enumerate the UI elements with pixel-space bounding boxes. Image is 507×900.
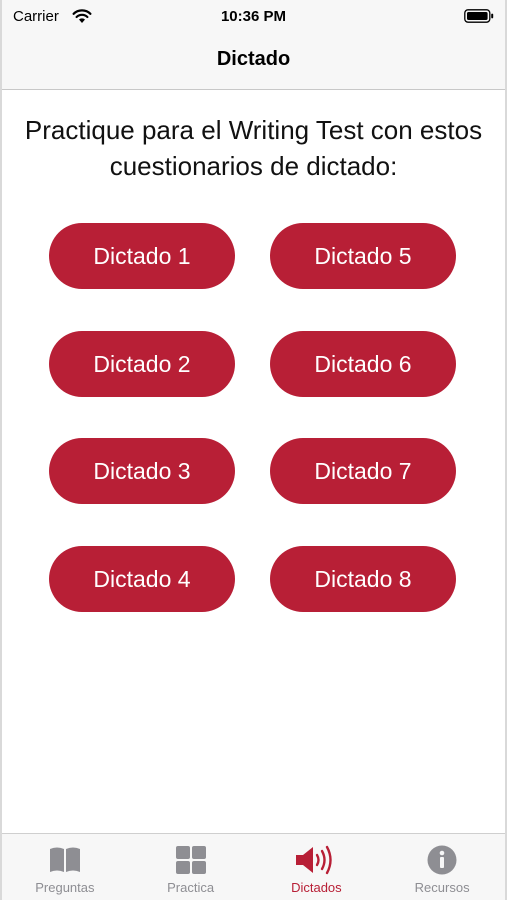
- tab-label: Dictados: [291, 880, 342, 895]
- dictado-4-button[interactable]: Dictado 4: [49, 546, 235, 612]
- dictado-5-button[interactable]: Dictado 5: [270, 223, 456, 289]
- tab-label: Recursos: [414, 880, 470, 895]
- app-screen: Carrier 10:36 PM Dictado Practique para …: [0, 0, 507, 900]
- battery-icon: [464, 9, 494, 23]
- tab-preguntas[interactable]: Preguntas: [2, 834, 128, 900]
- page-title: Dictado: [216, 48, 291, 70]
- dictado-8-button[interactable]: Dictado 8: [270, 546, 456, 612]
- tab-label: Preguntas: [35, 880, 95, 895]
- info-icon: [427, 845, 457, 875]
- dictado-1-button[interactable]: Dictado 1: [49, 223, 235, 289]
- status-time: 10:36 PM: [220, 8, 287, 25]
- dictado-6-button[interactable]: Dictado 6: [270, 331, 456, 397]
- tab-bar: Preguntas Practica Dictados Recursos: [2, 833, 505, 900]
- tab-practica[interactable]: Practica: [128, 834, 254, 900]
- speaker-icon: [296, 845, 333, 875]
- grid-icon: [175, 846, 206, 874]
- tab-label: Practica: [167, 880, 215, 895]
- status-bar: Carrier 10:36 PM: [2, 0, 505, 34]
- tab-dictados[interactable]: Dictados: [254, 834, 380, 900]
- dictado-7-button[interactable]: Dictado 7: [270, 438, 456, 504]
- dictado-2-button[interactable]: Dictado 2: [49, 331, 235, 397]
- dictado-3-button[interactable]: Dictado 3: [49, 438, 235, 504]
- intro-text: Practique para el Writing Test con estos…: [24, 115, 483, 181]
- book-icon: [49, 847, 80, 872]
- tab-recursos[interactable]: Recursos: [379, 834, 505, 900]
- navigation-bar: Dictado: [2, 34, 505, 90]
